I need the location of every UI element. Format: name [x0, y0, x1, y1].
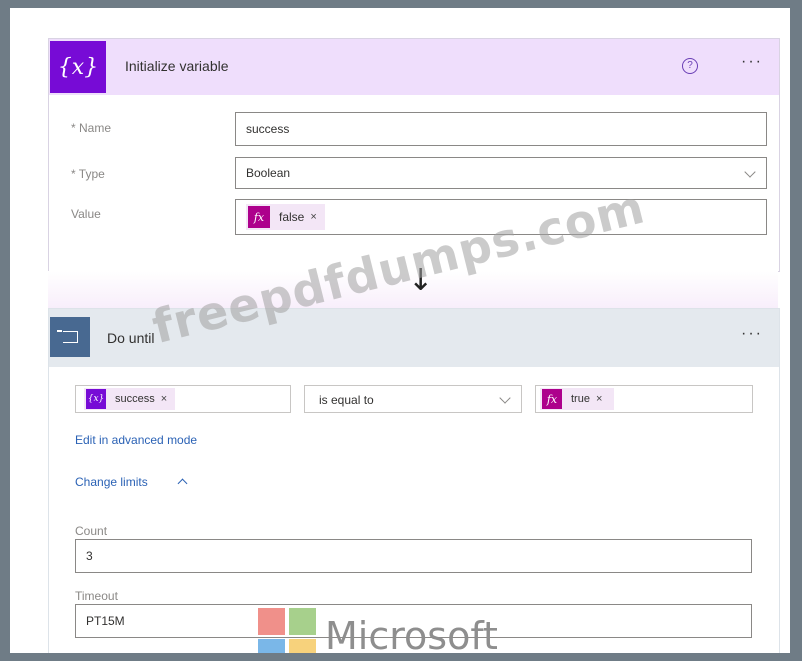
token-label: false [279, 210, 305, 224]
change-limits-link[interactable]: Change limits [75, 475, 148, 489]
operator-dropdown[interactable]: is equal to [304, 385, 522, 413]
type-label: * Type [71, 167, 105, 181]
name-input[interactable]: success [235, 112, 767, 146]
loop-icon [50, 317, 90, 357]
variable-icon: {x} [86, 389, 106, 409]
name-label: * Name [71, 121, 112, 135]
edit-advanced-mode-link[interactable]: Edit in advanced mode [75, 433, 197, 447]
variable-icon: {x} [50, 41, 106, 93]
name-value: success [246, 122, 290, 136]
close-icon[interactable]: × [161, 393, 167, 405]
variable-token[interactable]: {x} success × [84, 388, 176, 410]
condition-right-input[interactable]: fx true × [535, 385, 753, 413]
expression-token[interactable]: fx true × [540, 388, 615, 410]
count-label: Count [75, 524, 108, 538]
timeout-value: PT15M [86, 614, 125, 628]
value-token[interactable]: fx false × [246, 204, 325, 230]
do-until-card: Do until ··· {x} success × is equal to f… [48, 308, 780, 653]
chevron-down-icon [744, 166, 756, 178]
fx-icon: fx [248, 206, 270, 228]
initialize-variable-header[interactable]: {x} Initialize variable ? ··· [49, 39, 779, 95]
microsoft-logo-icon [258, 608, 316, 653]
microsoft-wordmark: Microsoft [325, 614, 498, 653]
fx-icon: fx [542, 389, 562, 409]
value-label: Value [71, 207, 101, 221]
type-dropdown[interactable]: Boolean [235, 157, 767, 189]
flow-designer: {x} Initialize variable ? ··· * Name suc… [10, 8, 790, 653]
condition-left-input[interactable]: {x} success × [75, 385, 291, 413]
token-label: success [115, 393, 155, 405]
close-icon[interactable]: × [596, 393, 602, 405]
more-options-icon[interactable]: ··· [741, 325, 763, 343]
chevron-down-icon [499, 392, 511, 404]
help-icon[interactable]: ? [682, 58, 698, 74]
count-value: 3 [86, 549, 93, 563]
card-title: Do until [107, 330, 155, 346]
chevron-up-icon[interactable] [177, 478, 188, 489]
type-value: Boolean [246, 166, 291, 180]
token-label: true [571, 393, 590, 405]
operator-value: is equal to [319, 393, 374, 407]
card-title: Initialize variable [125, 58, 229, 74]
close-icon[interactable]: × [310, 211, 316, 223]
more-options-icon[interactable]: ··· [741, 53, 763, 71]
count-input[interactable]: 3 [75, 539, 752, 573]
timeout-label: Timeout [75, 589, 118, 603]
